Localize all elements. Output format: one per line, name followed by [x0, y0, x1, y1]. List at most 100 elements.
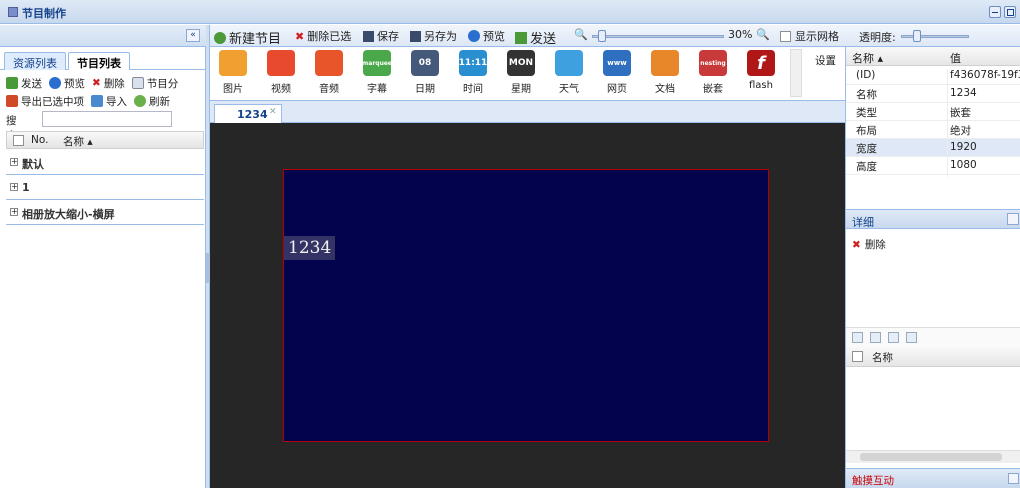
palette-item-video[interactable]: 视频 — [264, 50, 298, 95]
zoom-out-icon[interactable]: 🔍 — [574, 28, 588, 41]
delete-selected-button[interactable]: ✖ 删除已选 — [295, 28, 351, 44]
import-button[interactable]: 导入 — [91, 94, 127, 109]
group-row[interactable]: + 相册放大缩小-横屏 — [6, 201, 204, 225]
save-as-button[interactable]: 另存为 — [410, 28, 457, 44]
property-row[interactable]: 类型 嵌套 — [846, 103, 1020, 123]
touch-interaction-label: 触摸互动 — [852, 475, 894, 487]
property-value[interactable]: f436078f-19f3... — [950, 69, 1020, 81]
property-value[interactable]: 1234 — [950, 87, 1020, 99]
property-row[interactable]: 名称 1234 — [846, 85, 1020, 105]
expand-icon[interactable]: + — [10, 208, 18, 216]
export-icon — [6, 95, 18, 107]
left-panel-header: « — [0, 25, 206, 47]
maximize-button[interactable] — [1004, 6, 1016, 18]
detail-title: 详细 — [852, 216, 874, 229]
expand-icon[interactable]: + — [10, 183, 18, 191]
scrollbar-thumb[interactable] — [860, 453, 1002, 461]
expand-icon[interactable]: + — [10, 158, 18, 166]
select-all-checkbox[interactable] — [13, 135, 24, 146]
save-button[interactable]: 保存 — [363, 28, 399, 44]
palette-item-week[interactable]: MON 星期 — [504, 50, 538, 95]
property-value[interactable]: 1920 — [950, 141, 1020, 153]
group-row[interactable]: + 1 — [6, 176, 204, 200]
program-stage[interactable]: 1234 — [283, 169, 769, 442]
palette-item-label: 星期 — [511, 84, 531, 95]
palette-item-label: 视频 — [271, 84, 291, 95]
preview-button[interactable]: 预览 — [468, 28, 505, 44]
palette-item-flash[interactable]: f flash — [744, 50, 778, 91]
align-left-icon[interactable] — [888, 332, 899, 343]
send-button[interactable]: 发送 — [6, 76, 42, 91]
palette-item-web[interactable]: www 网页 — [600, 50, 634, 95]
tab-resources[interactable]: 资源列表 — [4, 52, 66, 70]
palette-settings-button[interactable]: 设置 — [815, 53, 836, 68]
collapse-left-icon[interactable]: « — [186, 29, 200, 42]
program-split-label: 节目分 — [146, 77, 179, 90]
col-no[interactable]: No. — [31, 134, 48, 146]
palette-item-label: flash — [749, 80, 773, 91]
property-value[interactable]: 绝对 — [950, 123, 1020, 138]
property-row[interactable]: 宽度 1920 — [846, 139, 1020, 159]
refresh-icon — [134, 95, 146, 107]
web-icon: www — [603, 50, 631, 76]
search-input[interactable] — [42, 111, 172, 127]
prop-col-name[interactable]: 名称 ▴ — [852, 50, 883, 66]
design-canvas[interactable]: 1234 — [210, 123, 845, 488]
palette-item-marquee[interactable]: marquee 字幕 — [360, 50, 394, 95]
palette-item-label: 字幕 — [367, 84, 387, 95]
add-touch-icon[interactable] — [1008, 473, 1019, 484]
transparency-bar: 透明度: — [845, 25, 1020, 47]
show-grid-checkbox[interactable] — [780, 31, 791, 42]
transparency-slider-thumb[interactable] — [913, 30, 921, 42]
new-program-button[interactable]: 新建节目 — [214, 28, 281, 47]
group-name: 1 — [22, 181, 30, 194]
property-row[interactable]: 布局 绝对 — [846, 121, 1020, 141]
palette-item-audio[interactable]: 音频 — [312, 50, 346, 95]
marquee-icon: marquee — [362, 50, 392, 76]
tab-program[interactable]: 1234 ✕ — [214, 104, 282, 123]
delete-button[interactable]: ✖ 删除 — [92, 76, 125, 91]
palette-item-picture[interactable]: 图片 — [216, 50, 250, 95]
property-row[interactable]: (ID)f436078f-19f3... — [846, 67, 1020, 87]
preview-button[interactable]: 预览 — [49, 76, 85, 91]
editor-area: 新建节目 ✖ 删除已选 保存 另存为 预览 发送 🔍 30% 🔍 显示网格 图片… — [210, 25, 845, 488]
close-tab-icon[interactable]: ✕ — [269, 107, 277, 117]
horizontal-scrollbar[interactable] — [846, 450, 1020, 463]
transparency-slider[interactable] — [901, 35, 969, 38]
minimize-button[interactable] — [989, 6, 1001, 18]
save-as-label: 另存为 — [424, 30, 457, 43]
property-value[interactable]: 1080 — [950, 159, 1020, 171]
new-program-label: 新建节目 — [229, 32, 282, 47]
send-label: 发送 — [530, 32, 557, 47]
property-value[interactable]: 嵌套 — [950, 105, 1020, 120]
property-row[interactable]: 高度 1080 — [846, 157, 1020, 177]
tab-programs[interactable]: 节目列表 — [68, 52, 130, 70]
palette-item-weather[interactable]: 天气 — [552, 50, 586, 95]
zoom-slider[interactable] — [592, 35, 724, 38]
palette-item-nesting[interactable]: nesting 嵌套 — [696, 50, 730, 95]
detail-delete-button[interactable]: ✖ 删除 — [852, 237, 886, 252]
delete-icon: ✖ — [295, 29, 305, 43]
palette-item-clock[interactable]: 11:11 时间 — [456, 50, 490, 95]
picture-icon — [219, 50, 247, 76]
program-split-button[interactable]: 节目分 — [131, 76, 179, 91]
align-bottom-icon[interactable] — [870, 332, 881, 343]
col-name[interactable]: 名称 ▴ — [63, 134, 93, 149]
palette-item-document[interactable]: 文档 — [648, 50, 682, 95]
palette-scrollbar[interactable] — [790, 49, 802, 97]
stage-label[interactable]: 1234 — [284, 236, 336, 260]
export-selected-button[interactable]: 导出已选中项 — [6, 94, 84, 109]
palette-item-calendar[interactable]: 08 日期 — [408, 50, 442, 95]
group-row[interactable]: + 默认 — [6, 151, 204, 175]
align-right-icon[interactable] — [906, 332, 917, 343]
prop-col-value[interactable]: 值 — [950, 50, 961, 66]
zoom-slider-thumb[interactable] — [598, 30, 606, 42]
send-button[interactable]: 发送 — [515, 28, 556, 47]
show-grid-label: 显示网格 — [795, 30, 839, 43]
collapse-detail-icon[interactable] — [1007, 213, 1019, 225]
save-as-icon — [410, 30, 421, 42]
align-top-icon[interactable] — [852, 332, 863, 343]
zoom-in-icon[interactable]: 🔍 — [756, 28, 770, 41]
refresh-button[interactable]: 刷新 — [134, 94, 170, 109]
select-all-interactions-checkbox[interactable] — [852, 351, 863, 362]
